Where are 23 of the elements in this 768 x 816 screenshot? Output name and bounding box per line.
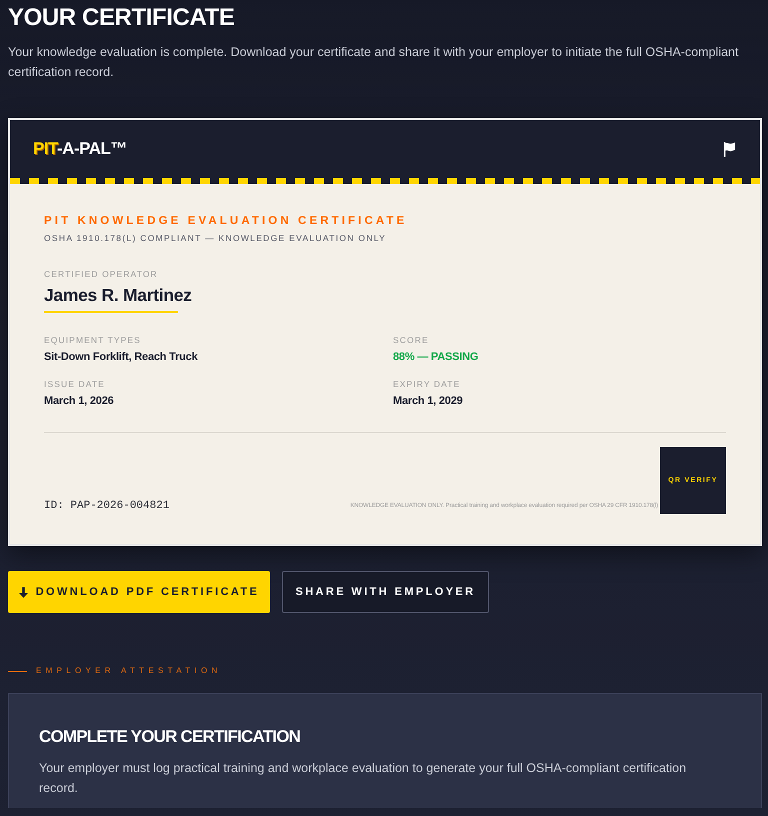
section-eyebrow: EMPLOYER ATTESTATION <box>36 665 222 677</box>
panel-heading: COMPLETE YOUR CERTIFICATION <box>39 726 300 748</box>
intro-text: Your knowledge evaluation is complete. Download your certificate and share it with your employer to initiate the full OSHA-compliant certification record. <box>8 44 740 81</box>
field-label: ISSUE DATE <box>44 378 105 390</box>
certificate-subtitle: OSHA 1910.178(L) COMPLIANT — KNOWLEDGE EVALUATION ONLY <box>44 232 386 244</box>
field-value: March 1, 2029 <box>393 394 463 409</box>
operator-name: James R. Martinez <box>44 284 192 307</box>
brand-logo: PIT-A-PAL™ <box>33 139 127 159</box>
panel-text: Your employer must log practical training and workplace evaluation to generate your full OSHA-compliant certification record. <box>39 760 688 797</box>
field-label: CERTIFIED OPERATOR <box>44 268 158 280</box>
download-button[interactable]: DOWNLOAD PDF CERTIFICATE <box>8 571 270 613</box>
flag-icon <box>723 142 736 156</box>
certificate-id: ID: PAP-2026-004821 <box>44 499 170 513</box>
field-label: EQUIPMENT TYPES <box>44 334 141 346</box>
share-button[interactable]: SHARE WITH EMPLOYER <box>282 571 489 613</box>
field-label: EXPIRY DATE <box>393 378 460 390</box>
field-label: SCORE <box>393 334 429 346</box>
field-value: 88% — PASSING <box>393 350 478 365</box>
field-value: Sit-Down Forklift, Reach Truck <box>44 350 198 365</box>
page-title: YOUR CERTIFICATE <box>8 3 234 33</box>
field-value: March 1, 2026 <box>44 394 114 409</box>
download-arrow-icon <box>18 586 28 598</box>
certificate-title: PIT KNOWLEDGE EVALUATION CERTIFICATE <box>44 214 408 229</box>
